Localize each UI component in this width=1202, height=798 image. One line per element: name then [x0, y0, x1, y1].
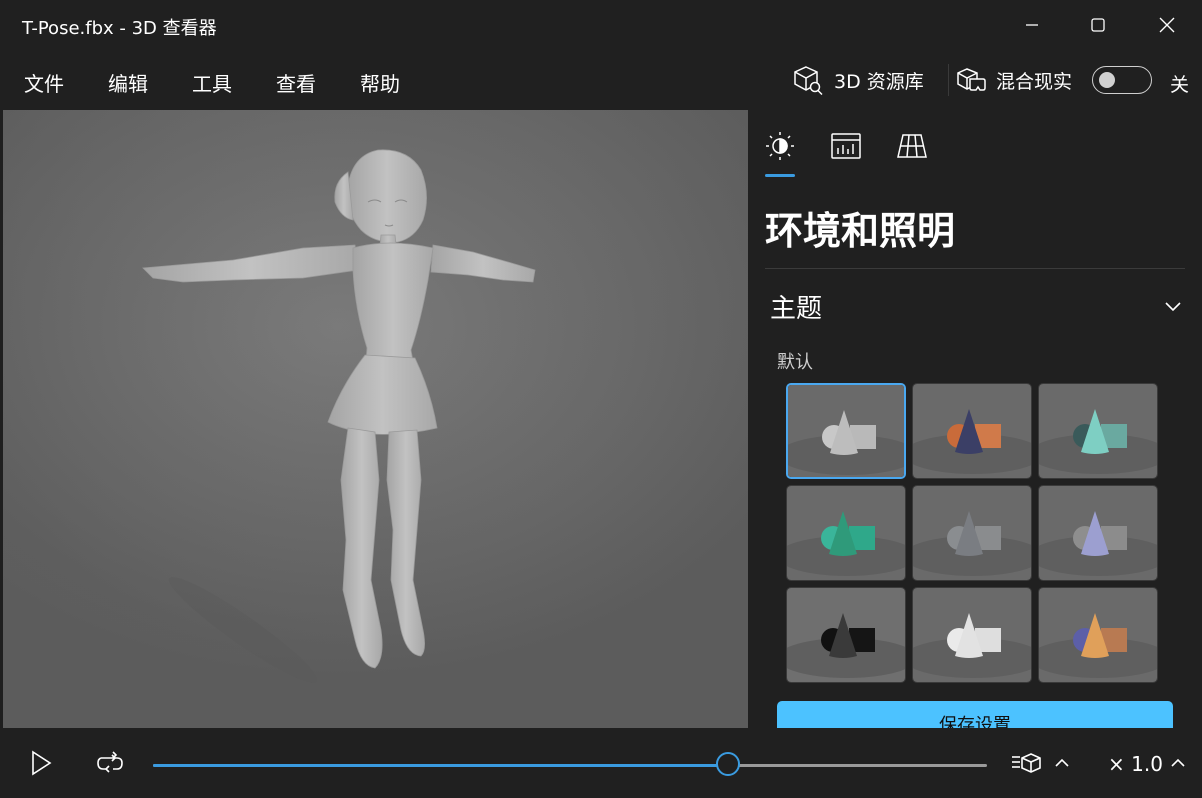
environment-panel: 环境和照明 主题 默认 保存设置 — [748, 110, 1202, 728]
model-render — [3, 110, 748, 728]
chevron-up-icon — [1171, 758, 1185, 767]
theme-thumbnail[interactable] — [1038, 587, 1158, 683]
theme-preview — [913, 588, 1031, 682]
theme-thumbnail[interactable] — [1038, 383, 1158, 479]
playback-bar: × 1.0 — [0, 728, 1202, 798]
maximize-button[interactable] — [1064, 0, 1132, 50]
chevron-up-icon — [1055, 758, 1069, 767]
theme-thumbnail[interactable] — [912, 485, 1032, 581]
chevron-down-icon — [1165, 302, 1181, 312]
theme-thumbnail[interactable] — [786, 587, 906, 683]
theme-thumbnail[interactable] — [912, 587, 1032, 683]
playback-speed[interactable]: × 1.0 — [1108, 752, 1163, 776]
close-button[interactable] — [1133, 0, 1201, 50]
panel-title: 环境和照明 — [765, 209, 956, 253]
theme-thumbnail[interactable] — [1038, 485, 1158, 581]
tab-grid[interactable] — [892, 126, 932, 166]
mixed-reality-icon — [957, 68, 986, 91]
theme-preview — [788, 385, 904, 477]
menu-tools[interactable]: 工具 — [192, 68, 232, 97]
active-tab-indicator — [765, 174, 795, 177]
theme-preview — [787, 486, 905, 580]
title-bar: T-Pose.fbx - 3D 查看器 — [0, 0, 1202, 50]
play-icon — [32, 750, 52, 776]
minimize-button[interactable] — [998, 0, 1066, 50]
3d-library-button[interactable]: 3D 资源库 — [792, 65, 924, 95]
theme-section-header[interactable]: 主题 — [770, 288, 1182, 324]
loop-icon — [97, 751, 123, 773]
mixed-reality-button[interactable]: 混合现实 — [956, 65, 1072, 95]
animation-select-button[interactable] — [1010, 748, 1044, 778]
play-button[interactable] — [24, 746, 58, 780]
speed-expand-button[interactable] — [1166, 750, 1190, 776]
theme-preview — [913, 486, 1031, 580]
theme-preview — [1039, 486, 1157, 580]
menu-file[interactable]: 文件 — [24, 68, 64, 97]
theme-preview — [1039, 588, 1157, 682]
loop-button[interactable] — [92, 746, 128, 780]
playback-timeline[interactable] — [153, 764, 987, 767]
menu-divider — [948, 64, 949, 96]
timeline-thumb[interactable] — [716, 752, 741, 776]
close-icon — [1159, 17, 1175, 33]
theme-section-label: 主题 — [770, 293, 823, 324]
panel-divider — [765, 268, 1185, 269]
theme-thumbnail[interactable] — [786, 485, 906, 581]
menu-view[interactable]: 查看 — [276, 68, 316, 97]
theme-preview — [787, 588, 905, 682]
3d-library-label: 3D 资源库 — [834, 70, 924, 93]
tab-statistics[interactable] — [826, 126, 866, 166]
mixed-reality-label: 混合现实 — [996, 70, 1073, 93]
mixed-reality-toggle[interactable] — [1092, 66, 1152, 94]
maximize-icon — [1091, 18, 1105, 32]
theme-thumbnail[interactable] — [786, 383, 906, 479]
3d-viewport[interactable] — [3, 110, 748, 728]
theme-thumbnail[interactable] — [912, 383, 1032, 479]
window-title: T-Pose.fbx - 3D 查看器 — [22, 18, 217, 39]
animation-list-icon — [1012, 753, 1041, 773]
theme-preview — [1039, 384, 1157, 478]
playback-progress — [153, 764, 729, 767]
sun-icon — [766, 132, 794, 160]
animation-expand-button[interactable] — [1050, 750, 1074, 776]
menu-edit[interactable]: 编辑 — [108, 68, 148, 97]
theme-preview — [913, 384, 1031, 478]
menu-help[interactable]: 帮助 — [360, 68, 400, 97]
stats-icon — [831, 133, 861, 159]
cube-search-icon — [794, 66, 823, 95]
default-themes-label: 默认 — [777, 352, 813, 373]
save-settings-button[interactable]: 保存设置 — [777, 701, 1173, 728]
menu-bar: 文件 编辑 工具 查看 帮助 3D 资源库 混合现实 — [0, 50, 1202, 110]
grid-icon — [897, 134, 927, 158]
tab-environment[interactable] — [760, 126, 800, 166]
minimize-icon — [1026, 24, 1038, 26]
toggle-state-label: 关 — [1170, 74, 1190, 96]
toggle-knob — [1099, 72, 1115, 88]
